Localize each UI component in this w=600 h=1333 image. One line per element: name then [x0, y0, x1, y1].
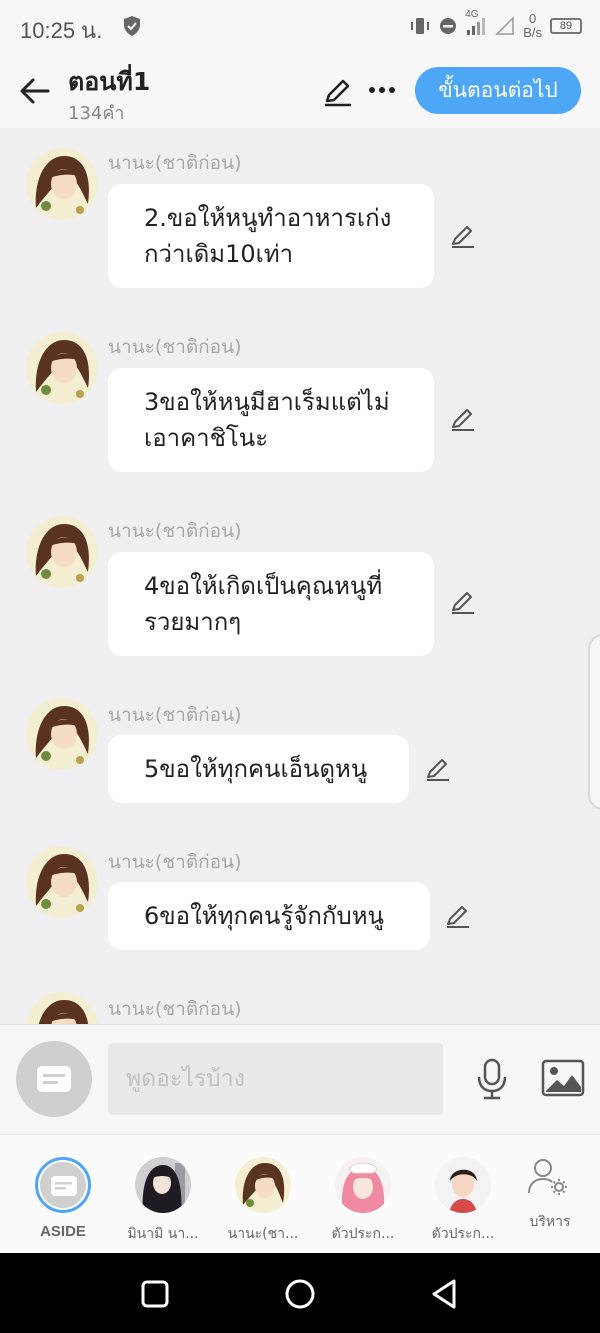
chat-area[interactable]: นานะ(ชาติก่อน) 2.ขอให้หนูทำอาหารเก่ง กว่… [0, 128, 600, 1024]
back-arrow-icon[interactable] [18, 74, 52, 108]
next-step-button[interactable]: ขั้นตอนต่อไป [415, 67, 581, 114]
recent-apps-icon[interactable] [138, 1277, 172, 1311]
aside-icon [35, 1157, 91, 1213]
edit-message-icon[interactable] [449, 405, 477, 433]
sender-name: นานะ(ชาติก่อน) [108, 152, 242, 174]
message-bubble[interactable]: 2.ขอให้หนูทำอาหารเก่ง กว่าเดิม10เท่า [108, 184, 434, 288]
character-name: นานะ(ชา... [227, 1226, 299, 1242]
avatar[interactable] [26, 698, 98, 770]
back-nav-icon[interactable] [428, 1277, 462, 1311]
aside-toggle-button[interactable] [16, 1041, 92, 1117]
more-options-icon[interactable] [366, 74, 398, 106]
avatar-boy [435, 1157, 491, 1213]
word-count: 134คำ [68, 103, 125, 124]
edit-message-icon[interactable] [449, 588, 477, 616]
message-bubble[interactable]: 4ขอให้เกิดเป็นคุณหนูที่ รวยมากๆ [108, 552, 434, 656]
message-bubble[interactable]: 3ขอให้หนูมีฮาเร็มแต่ไม่ เอาคาชิโนะ [108, 368, 434, 472]
status-time: 10:25 น. [20, 18, 103, 43]
system-nav-bar [0, 1253, 600, 1333]
message-input[interactable] [108, 1043, 443, 1115]
character-minami[interactable]: มินามิ นา... [113, 1135, 213, 1254]
manage-characters-button[interactable]: บริหาร [500, 1135, 600, 1254]
status-bar: 10:25 น. 4G 0 B/s 89 [0, 0, 600, 56]
signal-4g-icon: 4G [465, 9, 487, 37]
avatar[interactable] [26, 992, 98, 1024]
edit-pencil-icon[interactable] [322, 76, 354, 108]
message-bubble[interactable]: 6ขอให้ทุกคนรู้จักกับหนู [108, 882, 430, 950]
character-aside[interactable]: ASIDE [13, 1135, 113, 1254]
network-speed-unit: B/s [523, 25, 542, 40]
avatar[interactable] [26, 148, 98, 220]
message-line: กว่าเดิม10เท่า [144, 240, 294, 268]
message-line: 5ขอให้ทุกคนเอ็นดูหนู [144, 755, 368, 783]
home-icon[interactable] [283, 1277, 317, 1311]
network-speed-value: 0 [528, 11, 537, 26]
vibrate-icon [411, 18, 430, 34]
avatar-nana [235, 1157, 291, 1213]
avatar[interactable] [26, 516, 98, 588]
sender-name: นานะ(ชาติก่อน) [108, 704, 242, 726]
character-boy[interactable]: ตัวประก... [413, 1135, 513, 1254]
header: ตอนที่1 134คำ ขั้นตอนต่อไป [0, 56, 600, 128]
shield-icon [124, 16, 140, 36]
character-name: ตัวประก... [331, 1226, 395, 1242]
avatar[interactable] [26, 332, 98, 404]
sender-name: นานะ(ชาติก่อน) [108, 998, 242, 1020]
character-name: ตัวประก... [431, 1226, 495, 1242]
message-line: รวยมากๆ [144, 608, 242, 636]
avatar-pink-hair [335, 1157, 391, 1213]
character-name: ASIDE [40, 1223, 86, 1240]
edit-message-icon[interactable] [449, 222, 477, 250]
page-title: ตอนที่1 [68, 67, 151, 96]
message-line: 3ขอให้หนูมีฮาเร็มแต่ไม่ [144, 388, 390, 416]
avatar[interactable] [26, 846, 98, 918]
character-nana[interactable]: นานะ(ชา... [213, 1135, 313, 1254]
sender-name: นานะ(ชาติก่อน) [108, 520, 242, 542]
network-speed: 0 B/s [523, 12, 542, 40]
character-pink-hair[interactable]: ตัวประก... [313, 1135, 413, 1254]
edit-message-icon[interactable] [444, 902, 472, 930]
message-bubble[interactable]: 5ขอให้ทุกคนเอ็นดูหนู [108, 735, 409, 803]
sender-name: นานะ(ชาติก่อน) [108, 336, 242, 358]
image-upload-icon[interactable] [541, 1059, 585, 1097]
message-line: 6ขอให้ทุกคนรู้จักกับหนู [144, 902, 384, 930]
microphone-icon[interactable] [474, 1057, 510, 1101]
side-drawer-handle[interactable] [588, 634, 600, 810]
chat-bubble-icon [37, 1066, 71, 1092]
avatar-dark-hair [135, 1157, 191, 1213]
character-name: บริหาร [529, 1214, 571, 1230]
character-bar: ASIDE มินามิ นา... นานะ(ชา... ตัวประก...… [0, 1134, 600, 1253]
manage-characters-icon [528, 1159, 567, 1195]
edit-message-icon[interactable] [424, 755, 452, 783]
sender-name: นานะ(ชาติก่อน) [108, 851, 242, 873]
signal-empty-icon [495, 16, 514, 35]
status-icons: 4G 0 B/s 89 [409, 9, 582, 40]
message-line: เอาคาชิโนะ [144, 424, 269, 452]
character-name: มินามิ นา... [127, 1226, 199, 1242]
message-line: 2.ขอให้หนูทำอาหารเก่ง [144, 204, 392, 232]
input-bar [0, 1024, 600, 1134]
do-not-disturb-icon [440, 18, 457, 34]
battery-indicator: 89 [550, 18, 582, 34]
message-line: 4ขอให้เกิดเป็นคุณหนูที่ [144, 572, 383, 600]
